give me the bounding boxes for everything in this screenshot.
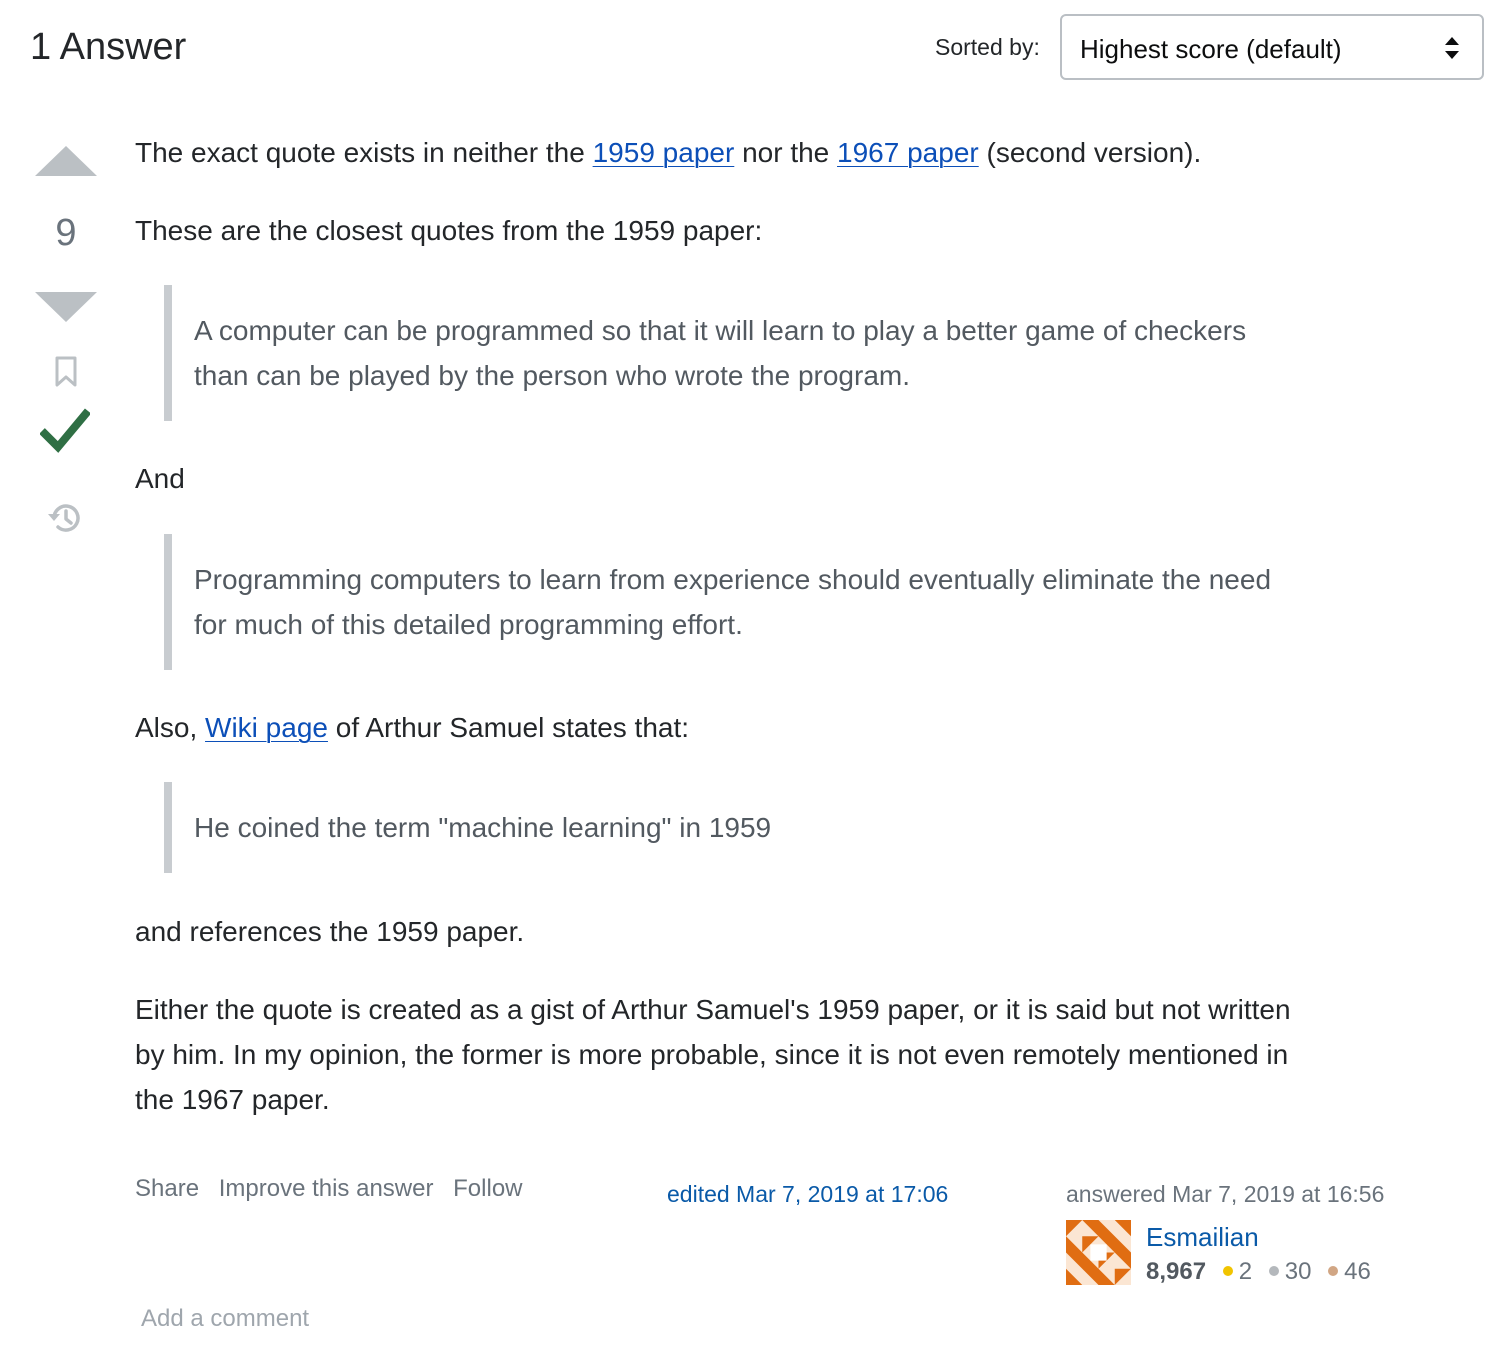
link-1959-paper[interactable]: 1959 paper (593, 137, 735, 168)
follow-link[interactable]: Follow (453, 1175, 522, 1202)
answer-count-heading: 1 Answer (30, 26, 187, 68)
edited-timestamp-link[interactable]: edited Mar 7, 2019 at 17:06 (667, 1181, 948, 1208)
add-comment-link[interactable]: Add a comment (141, 1305, 309, 1333)
answer-paragraph: These are the closest quotes from the 19… (135, 215, 763, 246)
answer-paragraph: and references the 1959 paper. (135, 916, 525, 947)
accepted-checkmark-icon (40, 408, 90, 453)
blockquote: Programming computers to learn from expe… (164, 534, 1271, 670)
vote-count: 9 (55, 212, 77, 254)
answered-timestamp: answered Mar 7, 2019 at 16:56 (1066, 1181, 1385, 1207)
sort-arrows-icon (1445, 37, 1459, 59)
quote-line: A computer can be programmed so that it … (194, 315, 1247, 346)
bronze-badge-count: 46 (1344, 1258, 1371, 1285)
silver-badge-icon (1268, 1266, 1279, 1276)
sort-select-value: Highest score (default) (1080, 34, 1342, 64)
answer-paragraph: And (135, 463, 185, 494)
quote-line: He coined the term "machine learning" in… (194, 812, 772, 843)
user-stats: 8,967 2 30 46 (1146, 1258, 1381, 1286)
text-segment: The exact quote exists in neither the (135, 137, 593, 168)
text-segment: nor the (734, 137, 838, 168)
text-segment: (second version). (978, 137, 1202, 168)
sort-select[interactable]: Highest score (default) (1060, 14, 1484, 80)
downvote-button[interactable] (34, 290, 98, 324)
paragraph-line: by him. In my opinion, the former is mor… (135, 1039, 1289, 1070)
bookmark-icon[interactable] (54, 356, 78, 388)
improve-answer-link[interactable]: Improve this answer (219, 1175, 434, 1202)
blockquote: He coined the term "machine learning" in… (164, 782, 771, 873)
silver-badge-count: 30 (1284, 1258, 1312, 1285)
text-segment: Also, (135, 712, 206, 743)
paragraph-line: the 1967 paper. (135, 1084, 330, 1115)
history-icon[interactable] (46, 500, 84, 536)
answer-paragraph: Also, Wiki page of Arthur Samuel states … (135, 705, 689, 750)
sort-label: Sorted by: (935, 34, 1040, 60)
share-link[interactable]: Share (135, 1175, 199, 1202)
post-menu: Share Improve this answer Follow (135, 1175, 536, 1203)
answers-header: 1 Answer Sorted by: Highest score (defau… (30, 14, 1484, 80)
reputation-score: 8,967 (1146, 1258, 1207, 1285)
answer-paragraph: The exact quote exists in neither the 19… (135, 130, 1201, 175)
upvote-button[interactable] (34, 144, 98, 178)
gold-badge-count: 2 (1238, 1258, 1253, 1285)
link-1967-paper[interactable]: 1967 paper (837, 137, 979, 168)
user-avatar[interactable] (1066, 1220, 1131, 1285)
gold-badge-icon (1222, 1266, 1233, 1276)
quote-line: for much of this detailed programming ef… (194, 609, 743, 640)
quote-line: Programming computers to learn from expe… (194, 564, 1272, 595)
user-name-link[interactable]: Esmailian (1146, 1222, 1259, 1253)
text-segment: of Arthur Samuel states that: (327, 712, 690, 743)
bronze-badge-icon (1328, 1266, 1339, 1276)
link-wiki-page[interactable]: Wiki page (205, 712, 328, 743)
blockquote: A computer can be programmed so that it … (164, 285, 1246, 421)
quote-line: than can be played by the person who wro… (194, 360, 910, 391)
answer-paragraph: Either the quote is created as a gist of… (135, 987, 1291, 1122)
paragraph-line: Either the quote is created as a gist of… (135, 994, 1291, 1025)
